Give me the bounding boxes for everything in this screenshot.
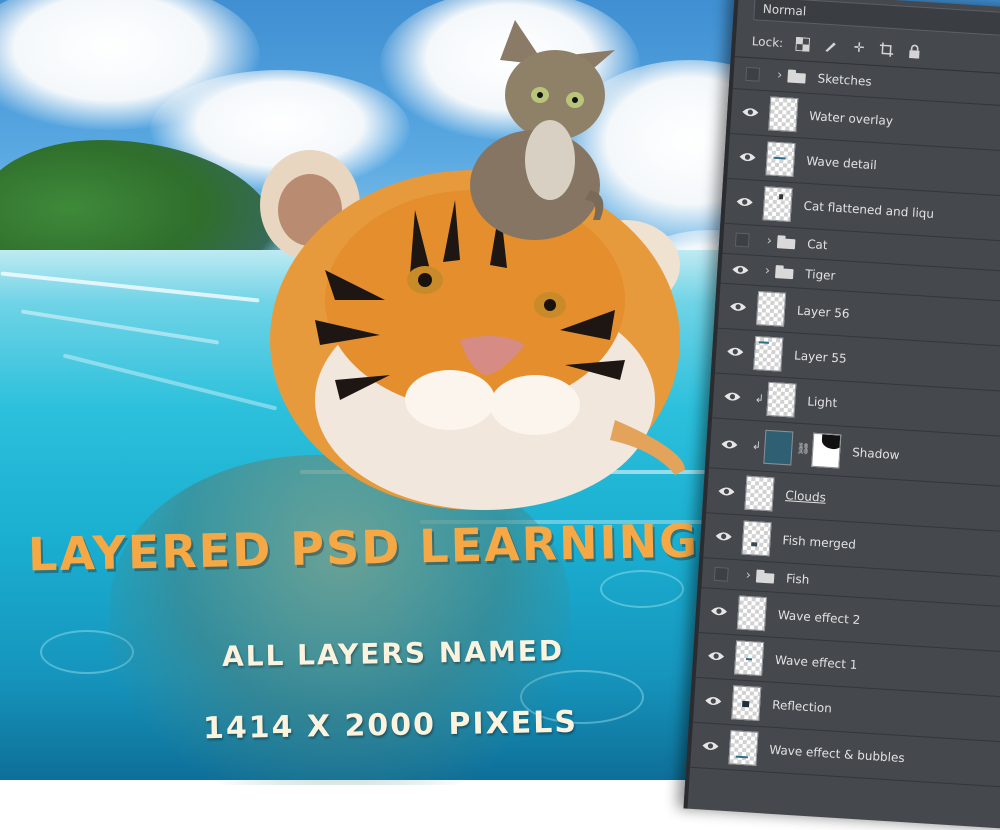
visibility-toggle[interactable] (719, 300, 758, 314)
eye-icon (730, 302, 747, 311)
chevron-right-icon[interactable]: › (759, 263, 776, 279)
visibility-toggle[interactable] (691, 739, 730, 753)
visibility-toggle[interactable] (733, 66, 772, 82)
chevron-right-icon[interactable]: › (771, 67, 788, 83)
eye-icon (724, 392, 741, 401)
eye-icon (718, 487, 735, 496)
layer-name: Cat flattened and liqu (803, 198, 935, 221)
layer-name: Sketches (817, 70, 873, 89)
visibility-toggle[interactable] (716, 345, 755, 359)
eye-icon (721, 440, 738, 449)
layer-thumbnail (753, 335, 784, 372)
clipping-mask-icon: ↲ (751, 438, 762, 453)
visibility-toggle[interactable] (694, 694, 733, 708)
layer-name: Layer 55 (793, 348, 848, 366)
layer-thumbnail (763, 429, 794, 465)
visibility-toggle[interactable] (707, 484, 746, 498)
layers-panel: Normal ⌄ Lock: ✛ › (683, 0, 1000, 830)
layer-name: Wave effect 1 (774, 652, 858, 673)
eye-icon (732, 265, 749, 274)
visibility-toggle[interactable] (700, 604, 739, 618)
layer-name: Wave effect & bubbles (768, 742, 906, 766)
lock-label: Lock: (751, 34, 784, 51)
layers-panel-wrapper: Normal ⌄ Lock: ✛ › (683, 0, 1000, 830)
chevron-right-icon[interactable]: › (761, 233, 778, 249)
layer-name: Tiger (804, 266, 836, 283)
layer-name: Water overlay (808, 108, 894, 129)
chain-link-icon[interactable]: ⛓ (796, 442, 811, 456)
visibility-toggle[interactable] (704, 529, 743, 543)
layer-name: Fish merged (782, 533, 857, 552)
lock-artboard-icon[interactable] (878, 41, 895, 58)
layer-name: Wave detail (805, 153, 878, 173)
layer-thumbnail (756, 291, 787, 327)
layer-thumbnail (765, 141, 796, 178)
visibility-off-box (734, 232, 750, 247)
eye-icon (708, 652, 725, 661)
layer-thumbnail (768, 96, 799, 133)
eye-icon (739, 153, 756, 162)
folder-icon (787, 69, 806, 83)
wave-highlight (20, 309, 220, 345)
layer-name: Cat (806, 236, 829, 252)
visibility-toggle[interactable] (697, 649, 736, 663)
layer-thumbnail (762, 186, 793, 222)
layer-name: Wave effect 2 (777, 607, 861, 628)
layer-thumbnail (766, 381, 797, 418)
promo-subline-layers: ALL LAYERS NAMED (221, 634, 565, 673)
visibility-off-box (745, 66, 761, 82)
blend-mode-value: Normal (762, 1, 807, 19)
eye-icon (736, 198, 753, 207)
eye-icon (715, 532, 732, 541)
layer-thumbnail (741, 520, 772, 557)
chevron-right-icon[interactable]: › (740, 568, 757, 584)
lock-image-pixels-icon[interactable] (823, 38, 840, 55)
cat-illustration (470, 20, 615, 240)
visibility-toggle[interactable] (723, 231, 762, 247)
layer-name: Clouds (784, 488, 827, 505)
visibility-toggle[interactable] (713, 389, 752, 403)
visibility-toggle[interactable] (702, 566, 741, 582)
eye-icon (705, 697, 722, 706)
lock-all-icon[interactable] (906, 43, 923, 60)
caustic-light (600, 570, 684, 608)
visibility-off-box (713, 566, 729, 582)
eye-icon (742, 108, 759, 117)
layer-thumbnail (731, 685, 762, 721)
layer-name: Shadow (851, 444, 900, 462)
layer-name: Reflection (771, 697, 833, 716)
visibility-toggle[interactable] (731, 105, 770, 119)
layer-name: Light (806, 394, 838, 411)
eye-icon (727, 347, 744, 356)
lock-transparent-pixels-icon[interactable] (795, 36, 812, 53)
visibility-toggle[interactable] (725, 195, 764, 209)
layer-thumbnail (736, 595, 767, 632)
eye-icon (702, 741, 719, 750)
layer-list: › Sketches Water overlay Wave detail Cat… (690, 57, 1000, 789)
visibility-toggle[interactable] (710, 437, 749, 451)
promo-subline-dimensions: 1414 X 2000 PIXELS (202, 704, 579, 747)
layer-thumbnail (744, 475, 775, 512)
clipping-mask-icon: ↲ (754, 391, 765, 406)
folder-icon (775, 265, 794, 279)
visibility-toggle[interactable] (721, 262, 760, 276)
lock-position-icon[interactable]: ✛ (851, 39, 868, 56)
layer-name: Fish (785, 570, 810, 587)
layer-thumbnail (728, 730, 759, 766)
layer-name: Layer 56 (796, 303, 850, 321)
folder-icon (756, 570, 775, 584)
visibility-toggle[interactable] (728, 150, 767, 164)
folder-icon (777, 235, 796, 249)
layer-thumbnail (734, 640, 765, 677)
eye-icon (710, 607, 727, 616)
layer-mask-thumbnail[interactable] (811, 432, 842, 468)
